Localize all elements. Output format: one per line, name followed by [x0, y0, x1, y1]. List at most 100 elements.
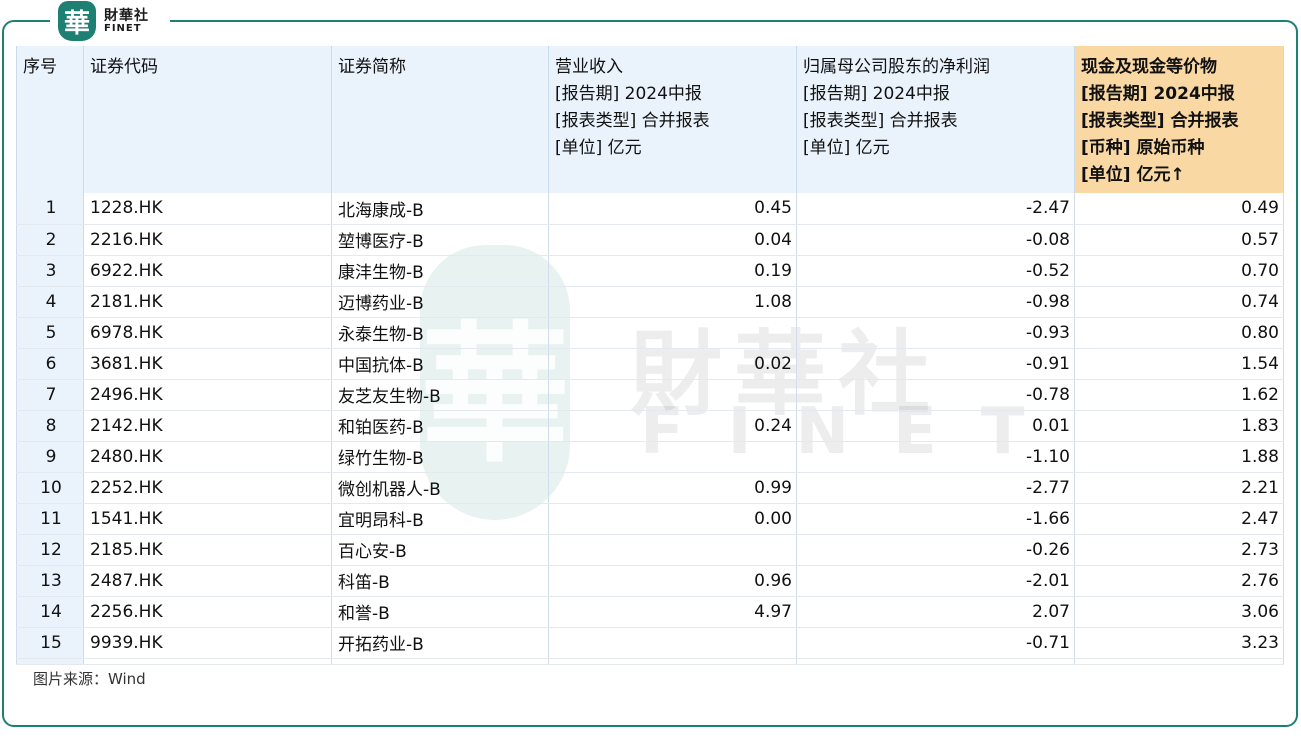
cell-cash: 0.74 — [1074, 286, 1284, 318]
header-line: 现金及现金等价物 — [1081, 57, 1217, 77]
cell-net-profit: -0.71 — [796, 627, 1075, 659]
cell-code: 6922.HK — [83, 255, 332, 287]
cell-code: 3681.HK — [83, 348, 332, 380]
header-line: [报表类型] 合并报表 — [1081, 111, 1239, 131]
cell-revenue: 0.04 — [548, 224, 797, 256]
cell-revenue: 0.19 — [548, 255, 797, 287]
cell-cash: 1.54 — [1074, 348, 1284, 380]
cell-seq: 14 — [16, 596, 84, 628]
cell-code: 2252.HK — [83, 472, 332, 504]
cell-empty — [796, 658, 1075, 665]
cell-seq: 4 — [16, 286, 84, 318]
cell-cash: 3.23 — [1074, 627, 1284, 659]
cell-code: 2480.HK — [83, 441, 332, 473]
cell-revenue — [548, 379, 797, 411]
cell-code: 1228.HK — [83, 193, 332, 225]
cell-name: 绿竹生物-B — [331, 441, 549, 473]
header-line: 营业收入 — [555, 57, 623, 77]
cell-name: 和誉-B — [331, 596, 549, 628]
cell-cash: 3.06 — [1074, 596, 1284, 628]
header-line: 证券代码 — [90, 57, 158, 77]
cell-empty — [548, 658, 797, 665]
finet-logo: 華 財華社 FINET — [58, 1, 149, 41]
cell-code: 2142.HK — [83, 410, 332, 442]
cell-net-profit: -0.98 — [796, 286, 1075, 318]
cell-name: 友芝友生物-B — [331, 379, 549, 411]
header-line: 证券简称 — [338, 57, 406, 77]
cell-cash: 0.80 — [1074, 317, 1284, 349]
cell-name: 中国抗体-B — [331, 348, 549, 380]
image-source-caption: 图片来源：Wind — [33, 670, 146, 688]
cell-code: 2216.HK — [83, 224, 332, 256]
header-row: 序号 证券代码 证券简称 营业收入 [报告期] 2024中报 [报表类型] 合并报表… — [16, 46, 1284, 193]
table-row[interactable]: 12 2185.HK 百心安-B -0.26 2.73 — [16, 534, 1284, 566]
cell-seq: 10 — [16, 472, 84, 504]
table-row[interactable]: 4 2181.HK 迈博药业-B 1.08 -0.98 0.74 — [16, 286, 1284, 318]
cell-revenue: 1.08 — [548, 286, 797, 318]
header-line: [报表类型] 合并报表 — [555, 111, 710, 131]
cell-revenue — [548, 627, 797, 659]
stock-data-table: 序号 证券代码 证券简称 营业收入 [报告期] 2024中报 [报表类型] 合并报表… — [16, 46, 1284, 665]
logo-name-en: FINET — [104, 22, 142, 34]
cell-net-profit: 2.07 — [796, 596, 1075, 628]
cell-cash: 0.49 — [1074, 193, 1284, 225]
table-row[interactable]: 1 1228.HK 北海康成-B 0.45 -2.47 0.49 — [16, 193, 1284, 225]
cell-net-profit: -0.78 — [796, 379, 1075, 411]
cell-seq: 1 — [16, 193, 84, 225]
cell-revenue: 0.99 — [548, 472, 797, 504]
header-line: [报告期] 2024中报 — [555, 84, 702, 104]
cell-name: 迈博药业-B — [331, 286, 549, 318]
col-header-name[interactable]: 证券简称 — [331, 46, 549, 193]
col-header-revenue[interactable]: 营业收入 [报告期] 2024中报 [报表类型] 合并报表 [单位] 亿元 — [548, 46, 797, 193]
cell-empty — [331, 658, 549, 665]
col-header-seq[interactable]: 序号 — [16, 46, 84, 193]
table-row[interactable]: 5 6978.HK 永泰生物-B -0.93 0.80 — [16, 317, 1284, 349]
cell-net-profit: -0.26 — [796, 534, 1075, 566]
table-row[interactable]: 9 2480.HK 绿竹生物-B -1.10 1.88 — [16, 441, 1284, 473]
table-row[interactable]: 13 2487.HK 科笛-B 0.96 -2.01 2.76 — [16, 565, 1284, 597]
cell-name: 堃博医疗-B — [331, 224, 549, 256]
cell-net-profit: -0.08 — [796, 224, 1075, 256]
cell-net-profit: -0.91 — [796, 348, 1075, 380]
col-header-cash[interactable]: 现金及现金等价物 [报告期] 2024中报 [报表类型] 合并报表 [币种] 原始币种… — [1074, 46, 1284, 193]
header-line: [报告期] 2024中报 — [803, 84, 950, 104]
cell-revenue — [548, 441, 797, 473]
cell-name: 和铂医药-B — [331, 410, 549, 442]
cell-revenue: 4.97 — [548, 596, 797, 628]
table-row[interactable]: 14 2256.HK 和誉-B 4.97 2.07 3.06 — [16, 596, 1284, 628]
cell-net-profit: -1.66 — [796, 503, 1075, 535]
table-row[interactable]: 11 1541.HK 宜明昂科-B 0.00 -1.66 2.47 — [16, 503, 1284, 535]
col-header-net-profit[interactable]: 归属母公司股东的净利润 [报告期] 2024中报 [报表类型] 合并报表 [单位] 亿… — [796, 46, 1075, 193]
cell-revenue: 0.96 — [548, 565, 797, 597]
cell-name: 永泰生物-B — [331, 317, 549, 349]
cell-code: 2496.HK — [83, 379, 332, 411]
logo-name-cn: 財華社 — [104, 7, 149, 24]
cell-seq: 15 — [16, 627, 84, 659]
cell-cash: 1.88 — [1074, 441, 1284, 473]
cell-name: 百心安-B — [331, 534, 549, 566]
cell-seq: 7 — [16, 379, 84, 411]
col-header-code[interactable]: 证券代码 — [83, 46, 332, 193]
cell-seq: 5 — [16, 317, 84, 349]
table-row[interactable]: 2 2216.HK 堃博医疗-B 0.04 -0.08 0.57 — [16, 224, 1284, 256]
table-header: 序号 证券代码 证券简称 营业收入 [报告期] 2024中报 [报表类型] 合并报表… — [16, 46, 1284, 193]
cell-net-profit: -0.52 — [796, 255, 1075, 287]
cell-cash: 2.47 — [1074, 503, 1284, 535]
cell-net-profit: -2.47 — [796, 193, 1075, 225]
cell-name: 科笛-B — [331, 565, 549, 597]
cell-empty — [1074, 658, 1284, 665]
table-row[interactable]: 10 2252.HK 微创机器人-B 0.99 -2.77 2.21 — [16, 472, 1284, 504]
cell-revenue — [548, 534, 797, 566]
cell-seq: 8 — [16, 410, 84, 442]
table-row[interactable]: 3 6922.HK 康沣生物-B 0.19 -0.52 0.70 — [16, 255, 1284, 287]
table-row[interactable]: 7 2496.HK 友芝友生物-B -0.78 1.62 — [16, 379, 1284, 411]
cell-code: 2487.HK — [83, 565, 332, 597]
cell-cash: 2.21 — [1074, 472, 1284, 504]
cell-revenue — [548, 317, 797, 349]
cell-net-profit: -0.93 — [796, 317, 1075, 349]
table-row[interactable]: 8 2142.HK 和铂医药-B 0.24 0.01 1.83 — [16, 410, 1284, 442]
cell-revenue: 0.00 — [548, 503, 797, 535]
table-row[interactable]: 6 3681.HK 中国抗体-B 0.02 -0.91 1.54 — [16, 348, 1284, 380]
table-row[interactable]: 15 9939.HK 开拓药业-B -0.71 3.23 — [16, 627, 1284, 659]
cell-code: 2185.HK — [83, 534, 332, 566]
